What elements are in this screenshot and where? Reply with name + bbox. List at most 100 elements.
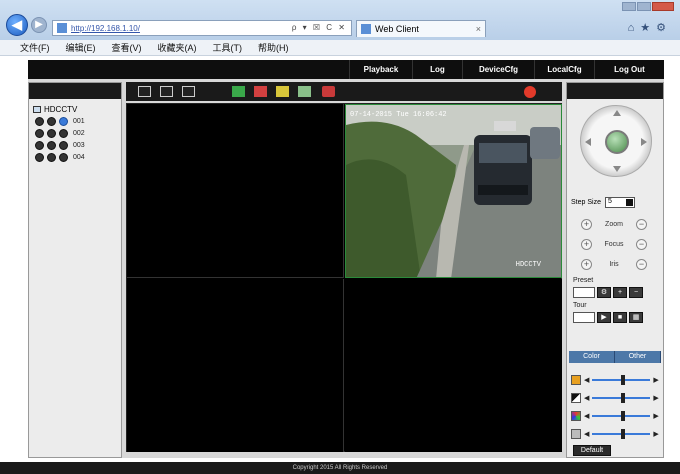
browser-tab[interactable]: Web Client × (356, 20, 486, 37)
video-cell-2[interactable]: 07-14-2015 Tue 16:06:42 HDCCTV (345, 104, 562, 278)
left-arrow-icon[interactable] (585, 138, 591, 146)
preset-call-button[interactable]: ⚙ (597, 287, 611, 298)
slider-thumb[interactable] (621, 429, 626, 439)
default-button[interactable]: Default (573, 445, 611, 456)
zoom-out-button[interactable]: − (636, 219, 647, 230)
ptz-direction-pad[interactable] (580, 105, 652, 177)
nav-local-config[interactable]: LocalCfg (534, 60, 594, 79)
channel-row[interactable]: 004 (35, 151, 117, 163)
preset-set-button[interactable]: + (613, 287, 627, 298)
speed-select[interactable]: 5 (604, 197, 635, 208)
address-bar-icons[interactable]: ρ ▾ ☒ C ✕ (292, 23, 347, 32)
close-all-icon[interactable] (254, 86, 267, 97)
slider-left-icon[interactable]: ◀ (584, 394, 589, 402)
1-split-icon[interactable] (138, 86, 151, 97)
focus-row: + Focus − (581, 239, 647, 250)
channel-row[interactable]: 001 (35, 115, 117, 127)
play-icon[interactable] (35, 128, 44, 138)
down-arrow-icon[interactable] (613, 166, 621, 172)
maximize-button[interactable] (637, 2, 651, 11)
slider-left-icon[interactable]: ◀ (584, 430, 589, 438)
9-split-icon[interactable] (182, 86, 195, 97)
ptz-auto-button[interactable] (605, 130, 629, 154)
focus-out-button[interactable]: − (636, 239, 647, 250)
snapshot-icon[interactable] (276, 86, 289, 97)
saturation-slider-row: ◀ ▶ (571, 411, 659, 421)
alarm-icon[interactable] (524, 86, 536, 98)
play-icon[interactable] (35, 116, 44, 126)
camera-icon[interactable] (59, 152, 68, 162)
slider-thumb[interactable] (621, 375, 626, 385)
menu-edit[interactable]: 编辑(E) (66, 41, 96, 54)
camera-icon[interactable] (59, 128, 68, 138)
back-button[interactable]: ◀ (6, 14, 28, 36)
4-split-icon[interactable] (160, 86, 173, 97)
brightness-slider[interactable] (592, 375, 651, 385)
open-all-icon[interactable] (232, 86, 245, 97)
play-icon[interactable] (35, 152, 44, 162)
camera-icon[interactable] (59, 140, 68, 150)
nav-log[interactable]: Log (412, 60, 462, 79)
slider-right-icon[interactable]: ▶ (653, 430, 658, 438)
tab-close-icon[interactable]: × (476, 24, 481, 34)
record-icon[interactable] (298, 86, 311, 97)
video-cell-3[interactable] (127, 279, 344, 452)
focus-in-button[interactable]: + (581, 239, 592, 250)
tour-stop-button[interactable]: ■ (613, 312, 627, 323)
forward-button[interactable]: ▶ (31, 17, 47, 33)
channel-row[interactable]: 002 (35, 127, 117, 139)
iris-label: Iris (609, 261, 619, 268)
camera-feed-image (346, 105, 561, 277)
device-root[interactable]: HDCCTV (33, 103, 117, 115)
channel-row[interactable]: 003 (35, 139, 117, 151)
slider-right-icon[interactable]: ▶ (653, 394, 658, 402)
nav-log-out[interactable]: Log Out (594, 60, 664, 79)
preset-input[interactable] (573, 287, 595, 298)
camera-icon[interactable] (59, 116, 68, 126)
slider-right-icon[interactable]: ▶ (653, 376, 658, 384)
stream-icon[interactable] (47, 128, 56, 138)
video-cell-1[interactable] (127, 104, 344, 278)
window-controls (622, 2, 674, 11)
talk-icon[interactable] (322, 86, 335, 97)
close-button[interactable] (652, 2, 674, 11)
minimize-button[interactable] (622, 2, 636, 11)
menu-bar: 文件(F) 编辑(E) 查看(V) 收藏夹(A) 工具(T) 帮助(H) (0, 40, 680, 56)
slider-thumb[interactable] (621, 393, 626, 403)
menu-favorites[interactable]: 收藏夹(A) (158, 41, 197, 54)
page-icon (57, 23, 67, 33)
stream-icon[interactable] (47, 152, 56, 162)
slider-left-icon[interactable]: ◀ (584, 412, 589, 420)
browser-tool-icons[interactable]: ⌂★⚙ (628, 21, 672, 34)
tab-other[interactable]: Other (615, 351, 661, 363)
tour-play-button[interactable]: ▶ (597, 312, 611, 323)
iris-open-button[interactable]: + (581, 259, 592, 270)
channel-label: 001 (73, 117, 85, 125)
slider-right-icon[interactable]: ▶ (653, 412, 658, 420)
preset-delete-button[interactable]: − (629, 287, 643, 298)
video-cell-4[interactable] (345, 279, 562, 452)
contrast-slider-row: ◀ ▶ (571, 393, 659, 403)
nav-playback[interactable]: Playback (349, 60, 412, 79)
address-bar[interactable]: http://192.168.1.10/ ρ ▾ ☒ C ✕ (52, 20, 352, 36)
hue-slider[interactable] (592, 429, 651, 439)
nav-device-config[interactable]: DeviceCfg (462, 60, 534, 79)
slider-left-icon[interactable]: ◀ (584, 376, 589, 384)
saturation-slider[interactable] (592, 411, 651, 421)
right-arrow-icon[interactable] (641, 138, 647, 146)
iris-close-button[interactable]: − (636, 259, 647, 270)
menu-tools[interactable]: 工具(T) (213, 41, 243, 54)
stream-icon[interactable] (47, 140, 56, 150)
up-arrow-icon[interactable] (613, 110, 621, 116)
menu-view[interactable]: 查看(V) (112, 41, 142, 54)
contrast-slider[interactable] (592, 393, 651, 403)
zoom-in-button[interactable]: + (581, 219, 592, 230)
menu-help[interactable]: 帮助(H) (258, 41, 289, 54)
menu-file[interactable]: 文件(F) (20, 41, 50, 54)
tour-input[interactable] (573, 312, 595, 323)
tab-color[interactable]: Color (569, 351, 615, 363)
play-icon[interactable] (35, 140, 44, 150)
tour-edit-button[interactable]: ▦ (629, 312, 643, 323)
stream-icon[interactable] (47, 116, 56, 126)
slider-thumb[interactable] (621, 411, 626, 421)
